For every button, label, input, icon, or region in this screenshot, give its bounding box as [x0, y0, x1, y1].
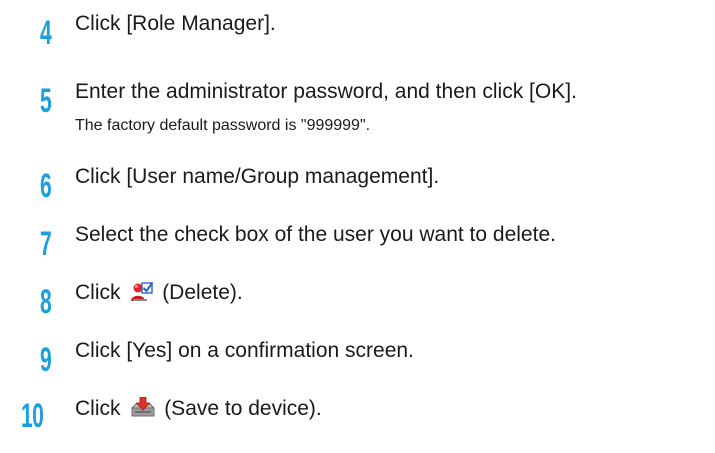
step-text: Click [User name/Group management].: [75, 165, 440, 188]
save-to-device-icon: [130, 396, 156, 425]
step-number: 5: [40, 82, 52, 120]
step-text: Select the check box of the user you wan…: [75, 223, 556, 246]
step-text-suffix: (Save to device).: [164, 397, 322, 420]
step-number: 7: [40, 225, 52, 263]
step-note: The factory default password is "999999"…: [75, 117, 371, 134]
step-text: Click (Save to device).: [75, 396, 322, 425]
step-text: Click [Yes] on a confirmation screen.: [75, 339, 414, 362]
delete-user-icon: [130, 281, 154, 309]
step-text-prefix: Click: [75, 397, 121, 420]
step-text: Click (Delete).: [75, 281, 243, 309]
step-number: 6: [40, 167, 52, 205]
step-number: 4: [40, 14, 52, 52]
step-text-suffix: (Delete).: [162, 281, 243, 304]
step-text-prefix: Click: [75, 281, 121, 304]
step-number: 10: [21, 397, 44, 435]
step-text: Enter the administrator password, and th…: [75, 80, 577, 103]
step-number: 8: [40, 283, 52, 321]
step-text: Click [Role Manager].: [75, 12, 276, 35]
step-number: 9: [40, 341, 52, 379]
